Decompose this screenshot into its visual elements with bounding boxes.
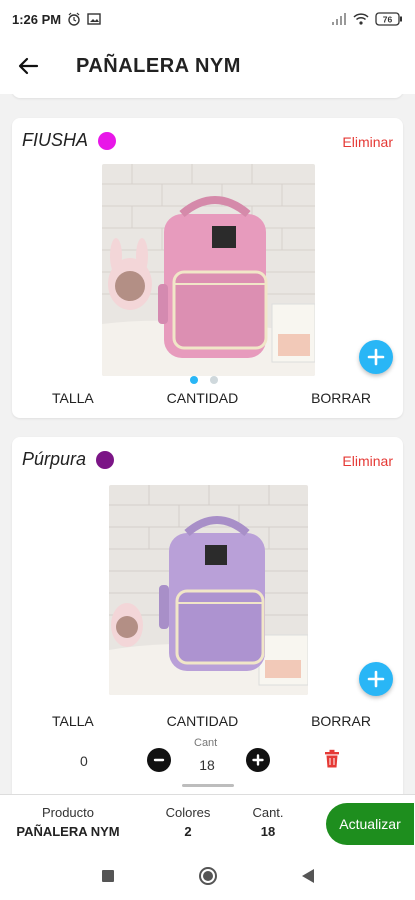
product-photo xyxy=(109,485,308,695)
variant-color-name: Púrpura xyxy=(22,449,87,469)
circle-icon xyxy=(198,867,217,885)
variant-card: Púrpura Eliminar TALLA CANTIDAD BORRAR 0… xyxy=(12,437,403,794)
delete-size-button[interactable] xyxy=(324,749,340,774)
variant-card: FIUSHA Eliminar TALLA CANTIDAD BORRAR xyxy=(12,118,403,418)
quantity-label: Cant. xyxy=(252,805,284,820)
quantity-summary: Cant. 18 xyxy=(240,805,296,839)
carousel-dot[interactable] xyxy=(190,376,198,384)
colors-value: 2 xyxy=(184,824,192,839)
back-button[interactable] xyxy=(14,52,42,80)
square-icon xyxy=(101,870,114,882)
column-quantity: CANTIDAD xyxy=(166,390,239,406)
size-table-header: TALLA CANTIDAD BORRAR xyxy=(12,713,403,729)
plus-icon xyxy=(367,348,385,366)
page-title: PAÑALERA NYM xyxy=(76,54,241,77)
variant-color-name: FIUSHA xyxy=(22,130,89,150)
product-photo xyxy=(102,164,315,376)
column-quantity: CANTIDAD xyxy=(166,713,239,729)
add-size-button[interactable] xyxy=(359,340,393,374)
alarm-icon xyxy=(67,12,81,26)
scroll-handle xyxy=(182,784,234,787)
column-delete: BORRAR xyxy=(311,390,371,406)
decrease-quantity-button[interactable] xyxy=(147,748,171,772)
summary-footer: Producto PAÑALERA NYM Colores 2 Cant. 18… xyxy=(0,794,415,852)
column-delete: BORRAR xyxy=(311,713,371,729)
home-button[interactable] xyxy=(193,861,223,891)
color-swatch xyxy=(98,131,117,150)
system-navigation-bar xyxy=(0,852,415,900)
wifi-icon xyxy=(353,13,369,25)
column-size: TALLA xyxy=(52,713,94,729)
status-time: 1:26 PM xyxy=(12,11,62,27)
minus-icon xyxy=(153,758,165,762)
back-nav-button[interactable] xyxy=(293,861,323,891)
app-bar: PAÑALERA NYM xyxy=(0,38,415,94)
product-value: PAÑALERA NYM xyxy=(16,824,120,839)
delete-variant-link[interactable]: Eliminar xyxy=(342,134,393,150)
add-size-button[interactable] xyxy=(359,662,393,696)
status-bar: 1:26 PM 76 xyxy=(0,0,415,38)
plus-icon xyxy=(252,754,264,766)
trash-icon xyxy=(325,749,339,768)
arrow-left-icon xyxy=(18,57,39,75)
carousel-dot[interactable] xyxy=(210,376,218,384)
signal-icon xyxy=(331,13,347,25)
product-label: Producto xyxy=(41,805,95,820)
size-row: 0 Cant xyxy=(12,735,403,785)
colors-summary: Colores 2 xyxy=(158,805,218,839)
carousel-indicator xyxy=(190,376,218,384)
previous-card-edge xyxy=(12,94,403,98)
quantity-input[interactable] xyxy=(182,753,232,777)
column-size: TALLA xyxy=(52,390,94,406)
size-value: 0 xyxy=(80,753,88,769)
product-summary: Producto PAÑALERA NYM xyxy=(8,805,128,839)
triangle-back-icon xyxy=(301,869,314,883)
colors-label: Colores xyxy=(165,805,211,820)
size-table-header: TALLA CANTIDAD BORRAR xyxy=(12,390,403,406)
plus-icon xyxy=(367,670,385,688)
quantity-value: 18 xyxy=(260,824,276,839)
color-swatch xyxy=(96,450,115,469)
recents-button[interactable] xyxy=(93,861,123,891)
image-icon xyxy=(87,12,101,26)
update-button[interactable]: Actualizar xyxy=(326,803,414,845)
variants-list[interactable]: FIUSHA Eliminar TALLA CANTIDAD BORRAR Pú… xyxy=(0,94,415,794)
battery-level: 76 xyxy=(383,15,393,25)
quantity-field-label: Cant xyxy=(194,737,218,749)
increase-quantity-button[interactable] xyxy=(246,748,270,772)
delete-variant-link[interactable]: Eliminar xyxy=(342,453,393,469)
battery-icon: 76 xyxy=(375,12,403,26)
